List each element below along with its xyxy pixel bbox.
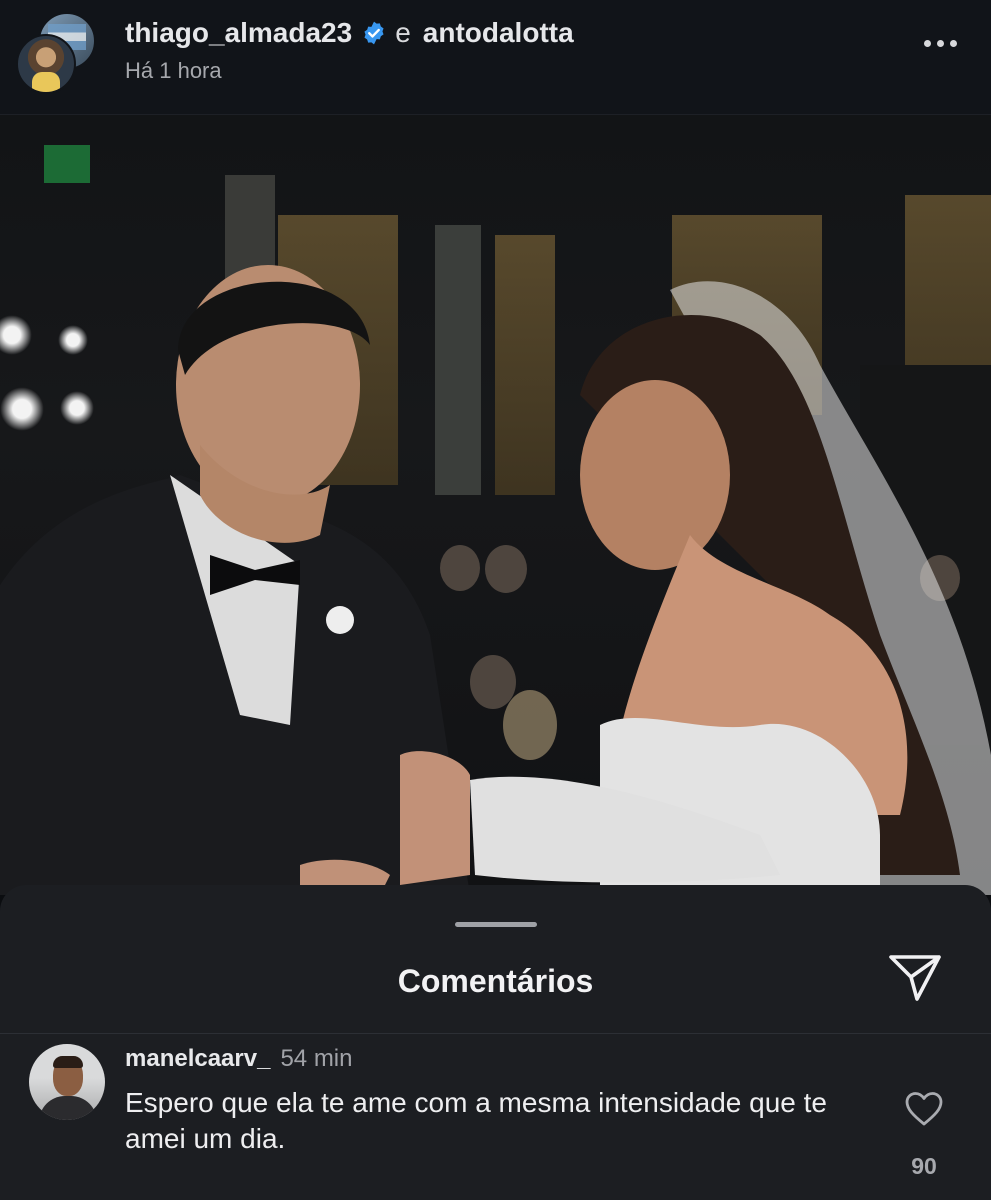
send-icon[interactable] bbox=[887, 951, 943, 1005]
comment-time: 54 min bbox=[280, 1045, 353, 1072]
author-username[interactable]: thiago_almada23 bbox=[125, 17, 352, 49]
comments-sheet: Comentários manelcaarv_ 54 min Espero que… bbox=[0, 885, 991, 1200]
author-avatar[interactable] bbox=[16, 34, 76, 94]
post-timestamp: Há 1 hora bbox=[125, 58, 222, 83]
commenter-avatar[interactable] bbox=[29, 1044, 105, 1120]
heart-icon[interactable] bbox=[904, 1090, 944, 1128]
comment-text: Espero que ela te ame com a mesma intens… bbox=[125, 1087, 827, 1154]
post-authors: thiago_almada23 e antodalotta bbox=[125, 16, 574, 50]
verified-badge-icon bbox=[364, 21, 384, 45]
commenter-username[interactable]: manelcaarv_ bbox=[125, 1045, 270, 1072]
comment-header: manelcaarv_ 54 min bbox=[125, 1045, 353, 1073]
post-photo[interactable] bbox=[0, 115, 991, 895]
post-header: thiago_almada23 e antodalotta Há 1 hora bbox=[0, 0, 991, 115]
sheet-drag-handle[interactable] bbox=[455, 922, 537, 927]
author-conjunction: e bbox=[395, 17, 411, 48]
couple-illustration bbox=[0, 265, 991, 895]
sheet-title: Comentários bbox=[397, 963, 594, 999]
like-count: 90 bbox=[911, 1153, 937, 1179]
more-options-icon[interactable] bbox=[924, 40, 957, 47]
collaborator-username[interactable]: antodalotta bbox=[423, 17, 574, 49]
collab-avatars[interactable] bbox=[16, 12, 96, 94]
sheet-divider bbox=[0, 1033, 991, 1034]
